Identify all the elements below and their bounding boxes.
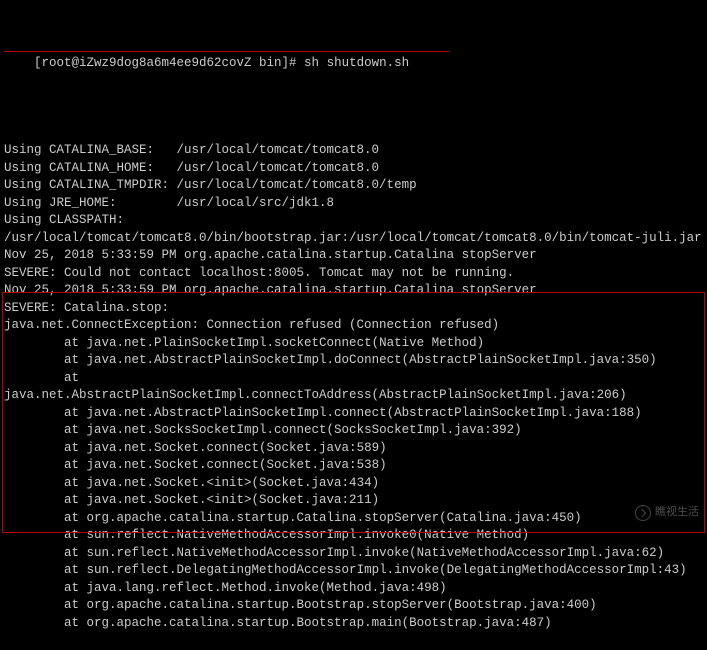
prompt-underline-highlight [4,51,449,52]
output-line: at java.net.AbstractPlainSocketImpl.conn… [4,405,703,423]
output-line: at sun.reflect.NativeMethodAccessorImpl.… [4,527,703,545]
output-line: at java.net.Socket.connect(Socket.java:5… [4,440,703,458]
output-line: at java.net.SocksSocketImpl.connect(Sock… [4,422,703,440]
output-line: SEVERE: Catalina.stop: [4,300,703,318]
command-prompt-line: [root@iZwz9dog8a6m4ee9d62covZ bin]# sh s… [4,37,703,107]
output-line: java.net.ConnectException: Connection re… [4,317,703,335]
watermark-text: 瞧视生活 [655,505,699,520]
prompt-text: [root@iZwz9dog8a6m4ee9d62covZ bin]# sh s… [34,56,409,70]
output-line: at java.net.PlainSocketImpl.socketConnec… [4,335,703,353]
output-line: Using CATALINA_TMPDIR: /usr/local/tomcat… [4,177,703,195]
output-line: at org.apache.catalina.startup.Bootstrap… [4,615,703,633]
output-line: at org.apache.catalina.startup.Catalina.… [4,510,703,528]
terminal-output: [root@iZwz9dog8a6m4ee9d62covZ bin]# sh s… [4,2,703,650]
output-line: at java.lang.reflect.Method.invoke(Metho… [4,580,703,598]
output-line: Nov 25, 2018 5:33:59 PM org.apache.catal… [4,282,703,300]
watermark: 瞧视生活 [635,505,699,521]
output-line: at sun.reflect.NativeMethodAccessorImpl.… [4,545,703,563]
output-line: Using CATALINA_HOME: /usr/local/tomcat/t… [4,160,703,178]
output-line: at java.net.AbstractPlainSocketImpl.doCo… [4,352,703,370]
output-line: at java.net.AbstractPlainSocketImpl.conn… [4,370,703,405]
output-line: Nov 25, 2018 5:33:59 PM org.apache.catal… [4,247,703,265]
output-line: at sun.reflect.DelegatingMethodAccessorI… [4,562,703,580]
output-line: Using JRE_HOME: /usr/local/src/jdk1.8 [4,195,703,213]
output-line: Using CATALINA_BASE: /usr/local/tomcat/t… [4,142,703,160]
output-line: at org.apache.catalina.startup.Bootstrap… [4,597,703,615]
output-lines: Using CATALINA_BASE: /usr/local/tomcat/t… [4,142,703,632]
output-line: Using CLASSPATH: /usr/local/tomcat/tomca… [4,212,703,247]
output-line: SEVERE: Could not contact localhost:8005… [4,265,703,283]
watermark-icon [635,505,651,521]
output-line: at java.net.Socket.<init>(Socket.java:43… [4,475,703,493]
output-line: at java.net.Socket.<init>(Socket.java:21… [4,492,703,510]
output-line: at java.net.Socket.connect(Socket.java:5… [4,457,703,475]
